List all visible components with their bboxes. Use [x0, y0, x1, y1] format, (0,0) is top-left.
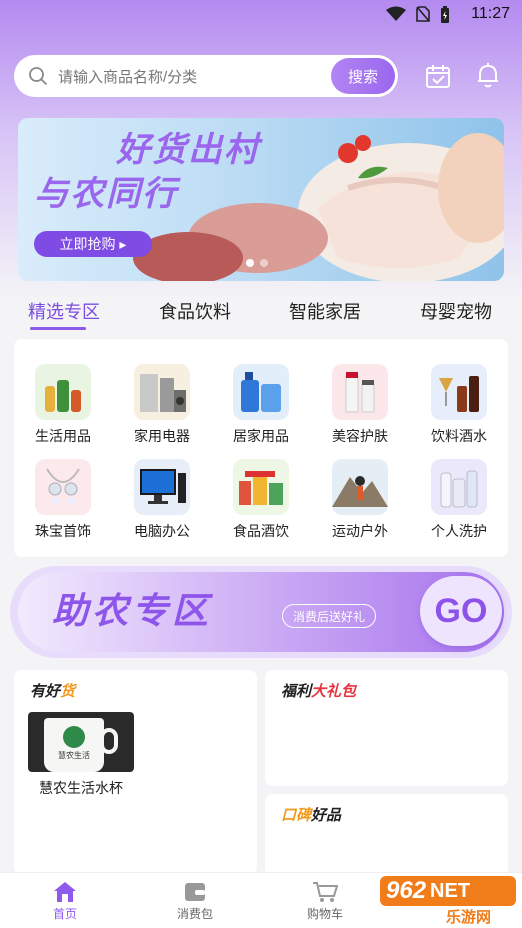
category-computer[interactable]: 电脑办公: [117, 459, 207, 541]
search-bar[interactable]: 请输入商品名称/分类 搜索: [14, 55, 398, 97]
wifi-icon: [386, 6, 406, 21]
watermark-suffix: NET: [430, 879, 471, 902]
gift-pill: 消费后送好礼: [282, 604, 377, 628]
category-food[interactable]: 食品酒饮: [216, 459, 306, 541]
category-label: 个人洗护: [431, 523, 487, 539]
category-skincare[interactable]: 美容护肤: [315, 364, 405, 446]
category-jewelry[interactable]: 珠宝首饰: [18, 459, 108, 541]
title-accent: 大礼包: [311, 683, 357, 700]
banner-title-line2: 与农同行: [34, 175, 178, 213]
status-bar: 11:27: [0, 0, 522, 30]
product-card[interactable]: 慧农生活 慧农生活水杯: [28, 712, 134, 798]
skincare-icon: [332, 364, 388, 420]
home-icon: [54, 882, 76, 902]
title-accent: 货: [60, 683, 76, 700]
category-label: 饮料酒水: [431, 428, 487, 444]
nav-label: 购物车: [306, 907, 343, 921]
category-label: 美容护肤: [332, 428, 388, 444]
gift-pack-title: 福利大礼包: [281, 680, 356, 701]
category-label: 家用电器: [134, 428, 190, 444]
tab-featured[interactable]: 精选专区: [28, 298, 100, 324]
cart-icon: [313, 882, 338, 902]
category-appliances[interactable]: 家用电器: [117, 364, 207, 446]
watermark-sub: 乐游网: [446, 909, 492, 926]
calendar-check-icon[interactable]: [424, 62, 452, 90]
category-personal-care[interactable]: 个人洗护: [414, 459, 504, 541]
farm-aid-banner[interactable]: 助农专区 消费后送好礼 GO: [10, 566, 512, 658]
search-icon: [29, 67, 47, 85]
tab-food-drinks[interactable]: 食品饮料: [159, 298, 231, 324]
food-icon: [233, 459, 289, 515]
outdoor-icon: [332, 459, 388, 515]
title-part: 好品: [311, 807, 342, 824]
nav-cart[interactable]: 购物车: [285, 879, 365, 922]
category-label: 运动户外: [332, 523, 388, 539]
title-accent: 口碑: [281, 807, 312, 824]
no-sim-icon: [416, 6, 430, 22]
category-label: 生活用品: [35, 428, 91, 444]
daily-goods-icon: [35, 364, 91, 420]
category-grid: 生活用品 家用电器 居家用品 美容护肤 饮料酒水 珠宝首饰 电脑办公 食品酒饮 …: [14, 339, 508, 557]
computer-icon: [134, 459, 190, 515]
clock: 11:27: [471, 5, 510, 22]
search-button[interactable]: 搜索: [331, 58, 395, 94]
category-label: 珠宝首饰: [35, 523, 91, 539]
pagination-dot: [260, 259, 268, 267]
promo-banner[interactable]: 好货出村 与农同行 立即抢购 ▸: [18, 118, 504, 281]
category-drinks[interactable]: 饮料酒水: [414, 364, 504, 446]
reputation-title: 口碑好品: [281, 804, 341, 825]
tab-baby-pets[interactable]: 母婴宠物: [420, 298, 492, 324]
good-goods-section: 有好货 慧农生活 慧农生活水杯: [14, 670, 257, 875]
pagination-dot: [246, 259, 254, 267]
status-icons: [386, 6, 450, 24]
product-name: 慧农生活水杯: [39, 780, 123, 796]
home-goods-icon: [233, 364, 289, 420]
drinks-icon: [431, 364, 487, 420]
active-tab-indicator: [30, 327, 86, 330]
personal-care-icon: [431, 459, 487, 515]
appliance-icon: [134, 364, 190, 420]
nav-wallet[interactable]: 消费包: [155, 879, 235, 922]
good-goods-title: 有好货: [30, 680, 75, 701]
cup-handle: [100, 728, 118, 754]
nav-home[interactable]: 首页: [25, 879, 105, 922]
title-part: 有好: [30, 683, 61, 700]
battery-icon: [441, 6, 449, 23]
cup-image: 慧农生活: [28, 712, 134, 772]
tab-smart-home[interactable]: 智能家居: [289, 298, 361, 324]
cup-body: 慧农生活: [44, 718, 104, 772]
cup-logo: [63, 726, 85, 748]
category-label: 食品酒饮: [233, 523, 289, 539]
category-daily-goods[interactable]: 生活用品: [18, 364, 108, 446]
jewelry-icon: [35, 459, 91, 515]
site-watermark: 962 NET 乐游网: [380, 876, 516, 926]
farm-aid-title: 助农专区: [52, 590, 213, 631]
banner-pagination: [246, 259, 268, 267]
wallet-icon: [185, 883, 205, 901]
category-outdoor[interactable]: 运动户外: [315, 459, 405, 541]
nav-label: 消费包: [176, 907, 213, 921]
category-home-goods[interactable]: 居家用品: [216, 364, 306, 446]
bell-icon[interactable]: [474, 62, 502, 90]
watermark-brand: 962: [386, 877, 427, 904]
banner-title-line1: 好货出村: [116, 131, 260, 169]
buy-now-button[interactable]: 立即抢购 ▸: [34, 231, 152, 257]
category-label: 电脑办公: [134, 523, 190, 539]
gift-pack-section[interactable]: 福利大礼包: [265, 670, 508, 786]
title-part: 福利: [281, 683, 312, 700]
watermark-badge: 962 NET: [380, 876, 516, 906]
nav-label: 首页: [52, 907, 77, 921]
category-label: 居家用品: [233, 428, 289, 444]
cup-text: 慧农生活: [58, 751, 90, 760]
search-placeholder[interactable]: 请输入商品名称/分类: [58, 66, 197, 87]
go-button[interactable]: GO: [420, 576, 502, 646]
